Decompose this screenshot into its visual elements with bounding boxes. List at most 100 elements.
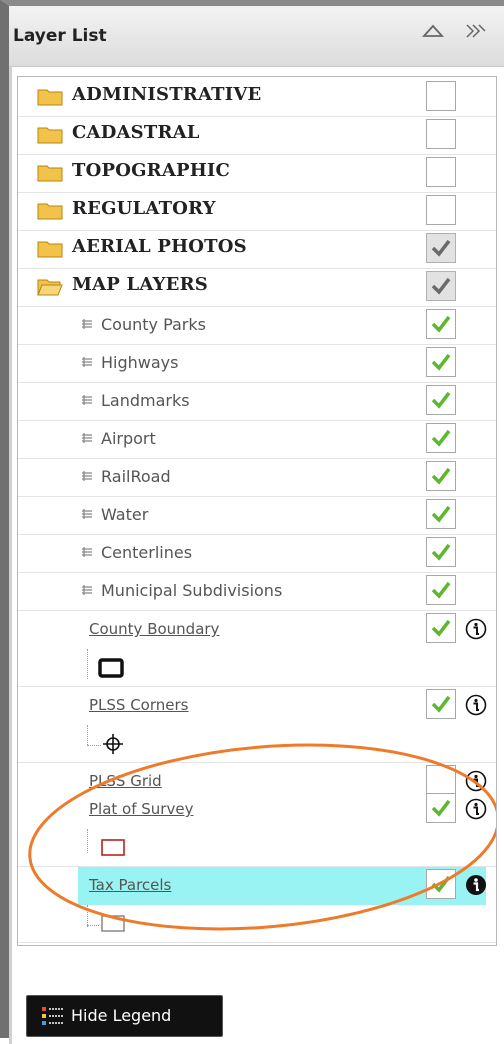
check-icon (431, 315, 451, 333)
layer-checkbox[interactable] (426, 537, 456, 567)
group-label: AERIAL PHOTOS (72, 236, 247, 257)
group-label: ADMINISTRATIVE (72, 84, 262, 105)
layer-stack-icon (82, 547, 92, 557)
sublayer-row[interactable]: Water (18, 497, 496, 535)
check-icon (431, 277, 451, 295)
check-icon (431, 875, 451, 893)
panel-header: Layer List (9, 6, 504, 67)
group-row-aerial-photos[interactable]: AERIAL PHOTOS (18, 231, 496, 269)
sublayer-label: County Parks (101, 315, 206, 334)
check-icon (431, 799, 451, 817)
group-row-administrative[interactable]: ADMINISTRATIVE (18, 79, 496, 117)
check-icon (431, 239, 451, 257)
panel-edge (9, 66, 12, 1044)
check-icon (431, 695, 451, 713)
group-label: TOPOGRAPHIC (72, 160, 231, 181)
layer-label[interactable]: Plat of Survey (89, 800, 193, 818)
panel-title: Layer List (13, 26, 107, 46)
layer-checkbox[interactable] (426, 793, 456, 823)
layer-checkbox[interactable] (426, 461, 456, 491)
hide-legend-button[interactable]: Hide Legend (26, 995, 223, 1037)
layer-row-plat-of-survey[interactable]: Plat of Survey (18, 791, 496, 829)
check-icon (431, 581, 451, 599)
group-row-cadastral[interactable]: CADASTRAL (18, 117, 496, 155)
layer-row-tax-parcels[interactable]: Tax Parcels (78, 867, 486, 905)
group-row-regulatory[interactable]: REGULATORY (18, 193, 496, 231)
layer-stack-icon (82, 585, 92, 595)
group-checkbox[interactable] (426, 271, 456, 301)
layer-stack-icon (82, 471, 92, 481)
info-icon[interactable] (465, 618, 487, 640)
group-row-topographic[interactable]: TOPOGRAPHIC (18, 155, 496, 193)
sublayer-row[interactable]: RailRoad (18, 459, 496, 497)
legend-row-plss-corners (18, 725, 496, 763)
info-icon[interactable] (465, 694, 487, 716)
sublayer-row[interactable]: Centerlines (18, 535, 496, 573)
group-label: CADASTRAL (72, 122, 200, 143)
layer-checkbox[interactable] (426, 689, 456, 719)
black-rectangle-symbol (98, 658, 124, 678)
layer-stack-icon (82, 433, 92, 443)
sublayer-label: RailRoad (101, 467, 171, 486)
layer-checkbox[interactable] (426, 309, 456, 339)
folder-icon (37, 165, 63, 182)
legend-connector (87, 649, 88, 679)
layer-label[interactable]: PLSS Corners (89, 696, 189, 714)
check-icon (431, 391, 451, 409)
layer-checkbox[interactable] (426, 347, 456, 377)
legend-row-county-boundary (18, 649, 496, 687)
group-checkbox[interactable] (426, 233, 456, 263)
layer-checkbox[interactable] (426, 385, 456, 415)
info-icon[interactable] (465, 770, 487, 792)
layer-checkbox[interactable] (426, 869, 456, 899)
expand-icon[interactable] (464, 22, 486, 44)
group-checkbox[interactable] (426, 195, 456, 225)
group-checkbox[interactable] (426, 119, 456, 149)
layer-stack-icon (82, 357, 92, 367)
sublayer-row[interactable]: Municipal Subdivisions (18, 573, 496, 611)
sublayer-label: Water (101, 505, 149, 524)
group-checkbox[interactable] (426, 157, 456, 187)
group-label: REGULATORY (72, 198, 216, 219)
folder-icon (37, 127, 63, 144)
group-checkbox[interactable] (426, 81, 456, 111)
check-icon (431, 619, 451, 637)
layer-checkbox[interactable] (426, 575, 456, 605)
sublayer-label: Landmarks (101, 391, 190, 410)
sublayer-row[interactable]: Airport (18, 421, 496, 459)
info-icon[interactable] (465, 798, 487, 820)
sublayer-label: Highways (101, 353, 179, 372)
check-icon (431, 467, 451, 485)
legend-connector (87, 905, 88, 927)
group-row-map-layers[interactable]: MAP LAYERS (18, 269, 496, 307)
check-icon (431, 543, 451, 561)
check-icon (431, 353, 451, 371)
layer-stack-icon (82, 395, 92, 405)
sublayer-row[interactable]: Highways (18, 345, 496, 383)
legend-row-tax-parcels (18, 905, 496, 943)
folder-icon (37, 241, 63, 258)
legend-connector (87, 745, 101, 746)
legend-row-plat-of-survey (18, 829, 496, 867)
sublayer-row[interactable]: County Parks (18, 307, 496, 345)
layer-row-county-boundary[interactable]: County Boundary (18, 611, 496, 649)
sublayer-label: Airport (101, 429, 156, 448)
folder-icon (37, 203, 63, 220)
sublayer-row[interactable]: Landmarks (18, 383, 496, 421)
sublayer-label: Municipal Subdivisions (101, 581, 283, 600)
layer-label[interactable]: PLSS Grid (89, 772, 162, 790)
info-icon[interactable] (465, 874, 487, 896)
layer-row-plss-corners[interactable]: PLSS Corners (18, 687, 496, 725)
layer-label[interactable]: County Boundary (89, 620, 219, 638)
red-rectangle-symbol (101, 839, 125, 856)
layer-checkbox[interactable] (426, 499, 456, 529)
check-icon (431, 429, 451, 447)
legend-connector (87, 725, 88, 745)
layer-checkbox[interactable] (426, 613, 456, 643)
sublayer-label: Centerlines (101, 543, 193, 562)
collapse-icon[interactable] (421, 22, 445, 44)
layer-stack-icon (82, 319, 92, 329)
layer-list-panel: Layer List ADMINISTRATIVE CADASTRAL TOPO… (0, 0, 504, 1044)
layer-label[interactable]: Tax Parcels (89, 876, 171, 894)
layer-checkbox[interactable] (426, 423, 456, 453)
